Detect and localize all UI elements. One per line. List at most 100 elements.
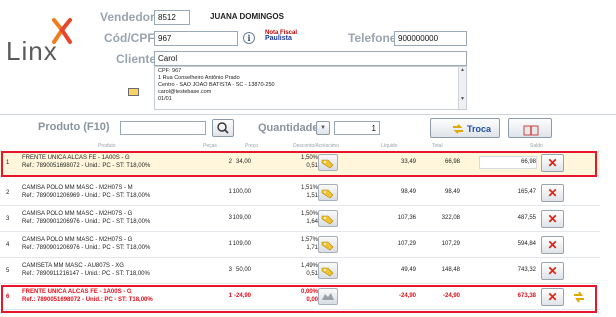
discount-value: 1,51	[306, 193, 318, 199]
row-number: 4	[6, 242, 10, 248]
product-reference: Ref.: 7890051698072 - Unid.: PC - ST: T1…	[22, 163, 151, 169]
row-quantity: 1	[228, 189, 232, 195]
col-liquido: Líquido	[381, 143, 398, 149]
row-quantity: 3	[228, 267, 232, 273]
swap-icon[interactable]	[572, 289, 586, 305]
row-saldo: 673,38	[517, 293, 536, 299]
table-row[interactable]: 1 FRENTE UNICA ALCAS FE - 1A00S - G Ref.: …	[0, 151, 600, 176]
search-button[interactable]	[212, 119, 234, 137]
discount-percent: 1,50%	[300, 211, 318, 217]
product-description: FRENTE UNICA ALCAS FE - 1A00S - G	[22, 155, 130, 161]
row-number: 1	[6, 160, 10, 166]
troca-button[interactable]: Troca	[430, 118, 500, 138]
cliente-field[interactable]: Carol	[154, 51, 467, 66]
discount-tag-icon[interactable]	[318, 210, 338, 227]
address-scrollbar[interactable]: ▲ ▼	[458, 67, 466, 109]
cliente-label: Cliente	[116, 52, 157, 66]
row-price: 34,00	[235, 159, 251, 165]
divider	[0, 114, 616, 115]
delete-row-button[interactable]: ✕	[541, 262, 564, 280]
table-header: Produto Peças Preço Desconto/Acréscimo L…	[0, 143, 616, 151]
row-total: 322,08	[441, 215, 460, 221]
row-liquido: 49,49	[400, 267, 416, 273]
discount-percent: 0,00%	[300, 289, 318, 295]
row-total: -24,90	[442, 293, 460, 299]
nota-fiscal-bottom: Paulista	[265, 35, 292, 42]
discount-value: 1,64	[306, 219, 318, 225]
row-quantity: 2	[228, 159, 232, 165]
delete-row-button[interactable]: ✕	[541, 154, 564, 172]
vendedor-code-field[interactable]: 8512	[154, 10, 190, 25]
address-line: carol@testebase.com	[158, 89, 212, 95]
table-row[interactable]: 5 CAMISETA MM MASC - AU807S - XG Ref.: 789…	[0, 259, 600, 284]
product-reference: Ref.: 7890901206976 - Unid.: PC - ST: T1…	[22, 245, 151, 251]
gift-icon	[523, 125, 539, 136]
delete-row-button[interactable]: ✕	[541, 184, 564, 202]
cpf-label: Cód/CPF	[104, 31, 155, 45]
col-total: Total	[432, 143, 443, 149]
discount-tag-icon[interactable]	[318, 154, 338, 171]
return-item-icon[interactable]	[318, 288, 338, 305]
table-row[interactable]: 2 CAMISA POLO MM MASC - M2H07S - M Ref.: 7…	[0, 181, 600, 206]
row-total: 98,49	[444, 189, 460, 195]
table-row[interactable]: 6 FRENTE UNICA ALCAS FE - 1A00S - G Ref.: …	[0, 285, 600, 310]
product-description: CAMISA POLO MM MASC - M2H07S - G	[22, 211, 133, 217]
delete-row-button[interactable]: ✕	[541, 210, 564, 228]
produto-field[interactable]	[120, 121, 206, 135]
col-pecas: Peças	[203, 143, 217, 149]
col-produto: Produto	[98, 143, 116, 149]
delete-row-button[interactable]: ✕	[541, 236, 564, 254]
quantidade-field[interactable]: 1	[334, 121, 380, 135]
col-preco: Preço	[245, 143, 259, 149]
row-number: 6	[6, 294, 10, 300]
product-reference: Ref.: 7890911216147 - Unid.: PC - ST: T1…	[22, 271, 150, 277]
quantity-decrement-button[interactable]: ▼	[316, 121, 330, 135]
discount-value: 1,71	[306, 245, 318, 251]
linx-logo: Linx	[6, 18, 86, 68]
info-icon[interactable]: i	[243, 32, 255, 44]
discount-tag-icon[interactable]	[318, 262, 338, 279]
product-description: FRENTE UNICA ALCAS FE - 1A00S - G	[22, 289, 132, 295]
row-quantity: 1	[228, 293, 232, 299]
row-liquido: 107,36	[397, 215, 416, 221]
discount-tag-icon[interactable]	[318, 184, 338, 201]
discount-percent: 1,49%	[300, 263, 318, 269]
discount-percent: 1,57%	[300, 237, 318, 243]
row-saldo: 594,84	[517, 241, 536, 247]
cpf-field[interactable]: 967	[154, 31, 238, 46]
row-number: 3	[6, 216, 10, 222]
row-number: 5	[6, 268, 10, 274]
search-icon	[217, 122, 229, 134]
envelope-icon[interactable]	[128, 88, 139, 96]
address-line: 1 Rua Conselheiro Antônio Prado	[158, 75, 240, 81]
delete-row-button[interactable]: ✕	[541, 288, 564, 306]
row-price: 109,00	[232, 241, 251, 247]
table-row[interactable]: 4 CAMISA POLO MM MASC - M2H07S - G Ref.: 7…	[0, 233, 600, 258]
nota-fiscal-paulista-icon[interactable]: Nota Fiscal Paulista	[265, 30, 297, 42]
col-saldo: Saldo	[530, 143, 543, 149]
discount-tag-icon[interactable]	[318, 236, 338, 253]
row-price: 100,00	[232, 189, 251, 195]
row-liquido: 33,49	[400, 159, 416, 165]
produto-label: Produto (F10)	[38, 121, 110, 133]
telefone-label: Telefone	[348, 31, 397, 45]
row-total: 107,29	[441, 241, 460, 247]
row-liquido: -24,90	[398, 293, 416, 299]
row-price: 109,00	[232, 215, 251, 221]
row-quantity: 1	[228, 241, 232, 247]
table-row[interactable]: 3 CAMISA POLO MM MASC - M2H07S - G Ref.: 7…	[0, 207, 600, 232]
discount-value: 0,00	[306, 297, 318, 303]
discount-percent: 1,51%	[300, 185, 318, 191]
row-saldo: 487,55	[517, 215, 536, 221]
row-liquido: 107,29	[397, 241, 416, 247]
quantidade-label: Quantidade	[258, 122, 319, 134]
vendedor-name: JUANA DOMINGOS	[210, 12, 284, 21]
troca-label: Troca	[467, 124, 492, 134]
product-description: CAMISA POLO MM MASC - M2H07S - M	[22, 185, 133, 191]
row-price: 50,00	[235, 267, 251, 273]
row-saldo: 165,47	[517, 189, 536, 195]
product-reference: Ref.: 7890901206969 - Unid.: PC - ST: T1…	[22, 193, 151, 199]
gift-button[interactable]	[508, 118, 552, 138]
telefone-field[interactable]: 900000000	[394, 31, 467, 46]
row-saldo: 743,32	[517, 267, 536, 273]
